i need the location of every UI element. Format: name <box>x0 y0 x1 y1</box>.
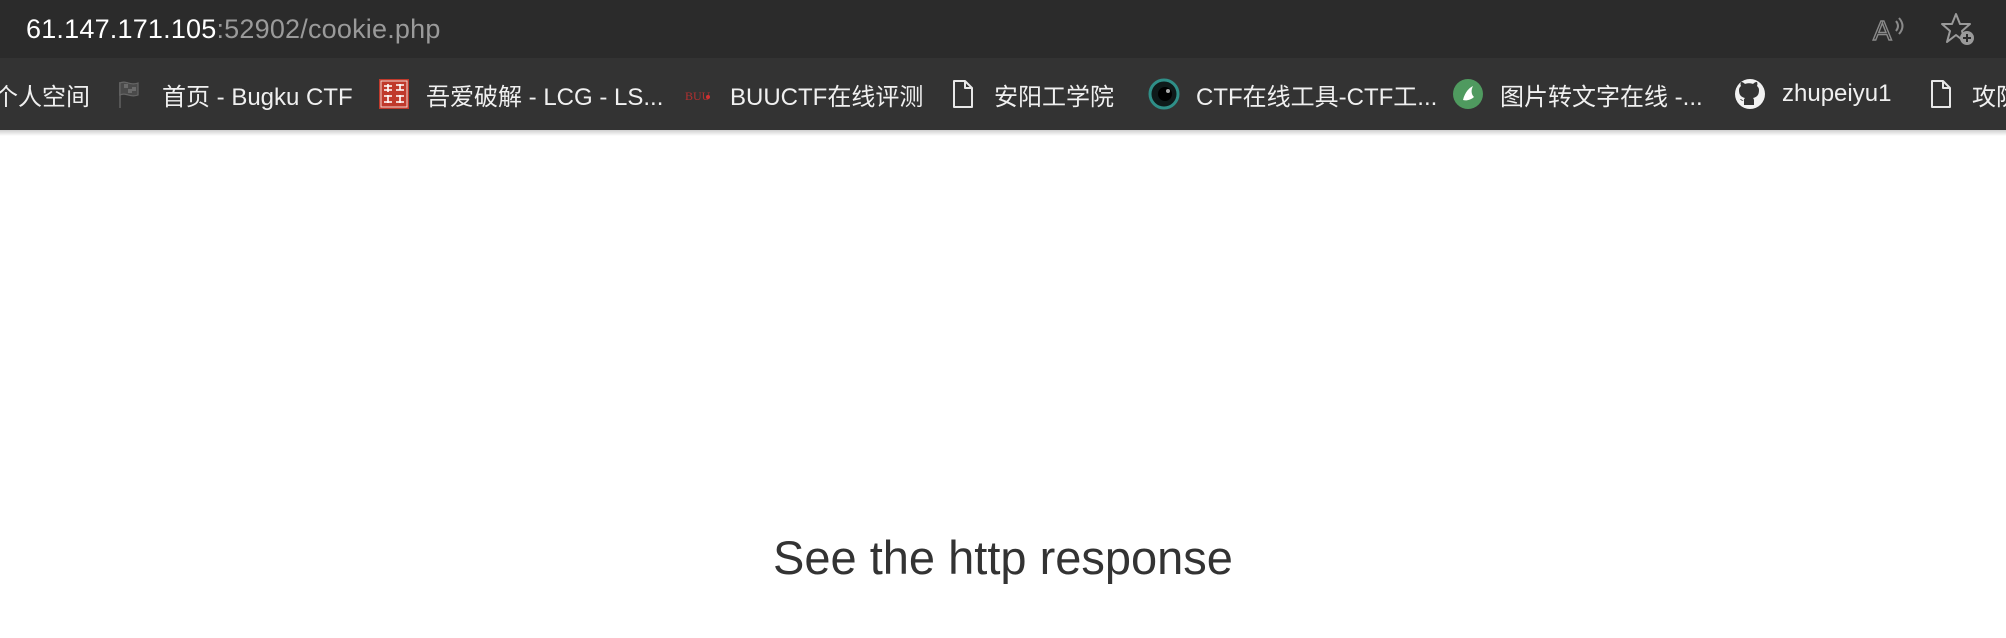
bookmark-label: 首页 - Bugku CTF <box>162 83 353 111</box>
github-icon <box>1734 78 1766 110</box>
buuctf-icon: BUU <box>682 78 714 110</box>
bookmark-personal-space[interactable]: 个人空间 <box>0 58 90 130</box>
bookmark-label: 安阳工学院 <box>994 83 1114 111</box>
bookmark-label: 图片转文字在线 -... <box>1500 83 1703 111</box>
toolbar-shadow <box>0 130 2006 136</box>
url-path: :52902/cookie.php <box>216 14 441 44</box>
bookmark-label: 吾爱破解 - LCG - LS... <box>426 83 664 111</box>
page-icon <box>946 78 978 110</box>
bookmark-label: BUUCTF在线评测 <box>730 83 924 111</box>
url-host: 61.147.171.105 <box>26 14 217 44</box>
page-message: See the http response <box>773 531 1233 584</box>
bookmark-github[interactable]: zhupeiyu1 <box>1734 58 1891 130</box>
bookmark-label: 攻防 <box>1972 83 2006 111</box>
eye-icon <box>1148 78 1180 110</box>
add-favorite-icon[interactable] <box>1940 11 1976 47</box>
read-aloud-icon[interactable]: A <box>1870 11 1906 47</box>
bookmark-ocr[interactable]: 图片转文字在线 -... <box>1452 58 1703 130</box>
bookmark-ctf-tools[interactable]: CTF在线工具-CTF工... <box>1148 58 1437 130</box>
bookmark-label: CTF在线工具-CTF工... <box>1196 83 1438 111</box>
green-circle-icon <box>1452 78 1484 110</box>
address-bar: 61.147.171.105:52902/cookie.php A <box>0 0 2006 58</box>
bookmark-label: zhupeiyu1 <box>1782 80 1892 107</box>
svg-text:A: A <box>1873 15 1892 46</box>
bookmark-buuctf[interactable]: BUU BUUCTF在线评测 <box>682 58 923 130</box>
page-icon <box>1924 78 1956 110</box>
bookmark-52pojie[interactable]: 吾爱破解 - LCG - LS... <box>378 58 663 130</box>
bookmark-ayit[interactable]: 安阳工学院 <box>946 58 1114 130</box>
52pojie-icon <box>378 78 410 110</box>
flag-icon <box>114 78 146 110</box>
url-field[interactable]: 61.147.171.105:52902/cookie.php <box>26 12 441 46</box>
bookmark-attack-defense[interactable]: 攻防 <box>1924 58 2006 130</box>
bookmark-bugku[interactable]: 首页 - Bugku CTF <box>114 58 353 130</box>
bookmark-label: 个人空间 <box>0 83 90 111</box>
favorites-bar: 个人空间 首页 - Bugku CTF 吾爱破解 - LCG - LS... B… <box>0 58 2006 130</box>
